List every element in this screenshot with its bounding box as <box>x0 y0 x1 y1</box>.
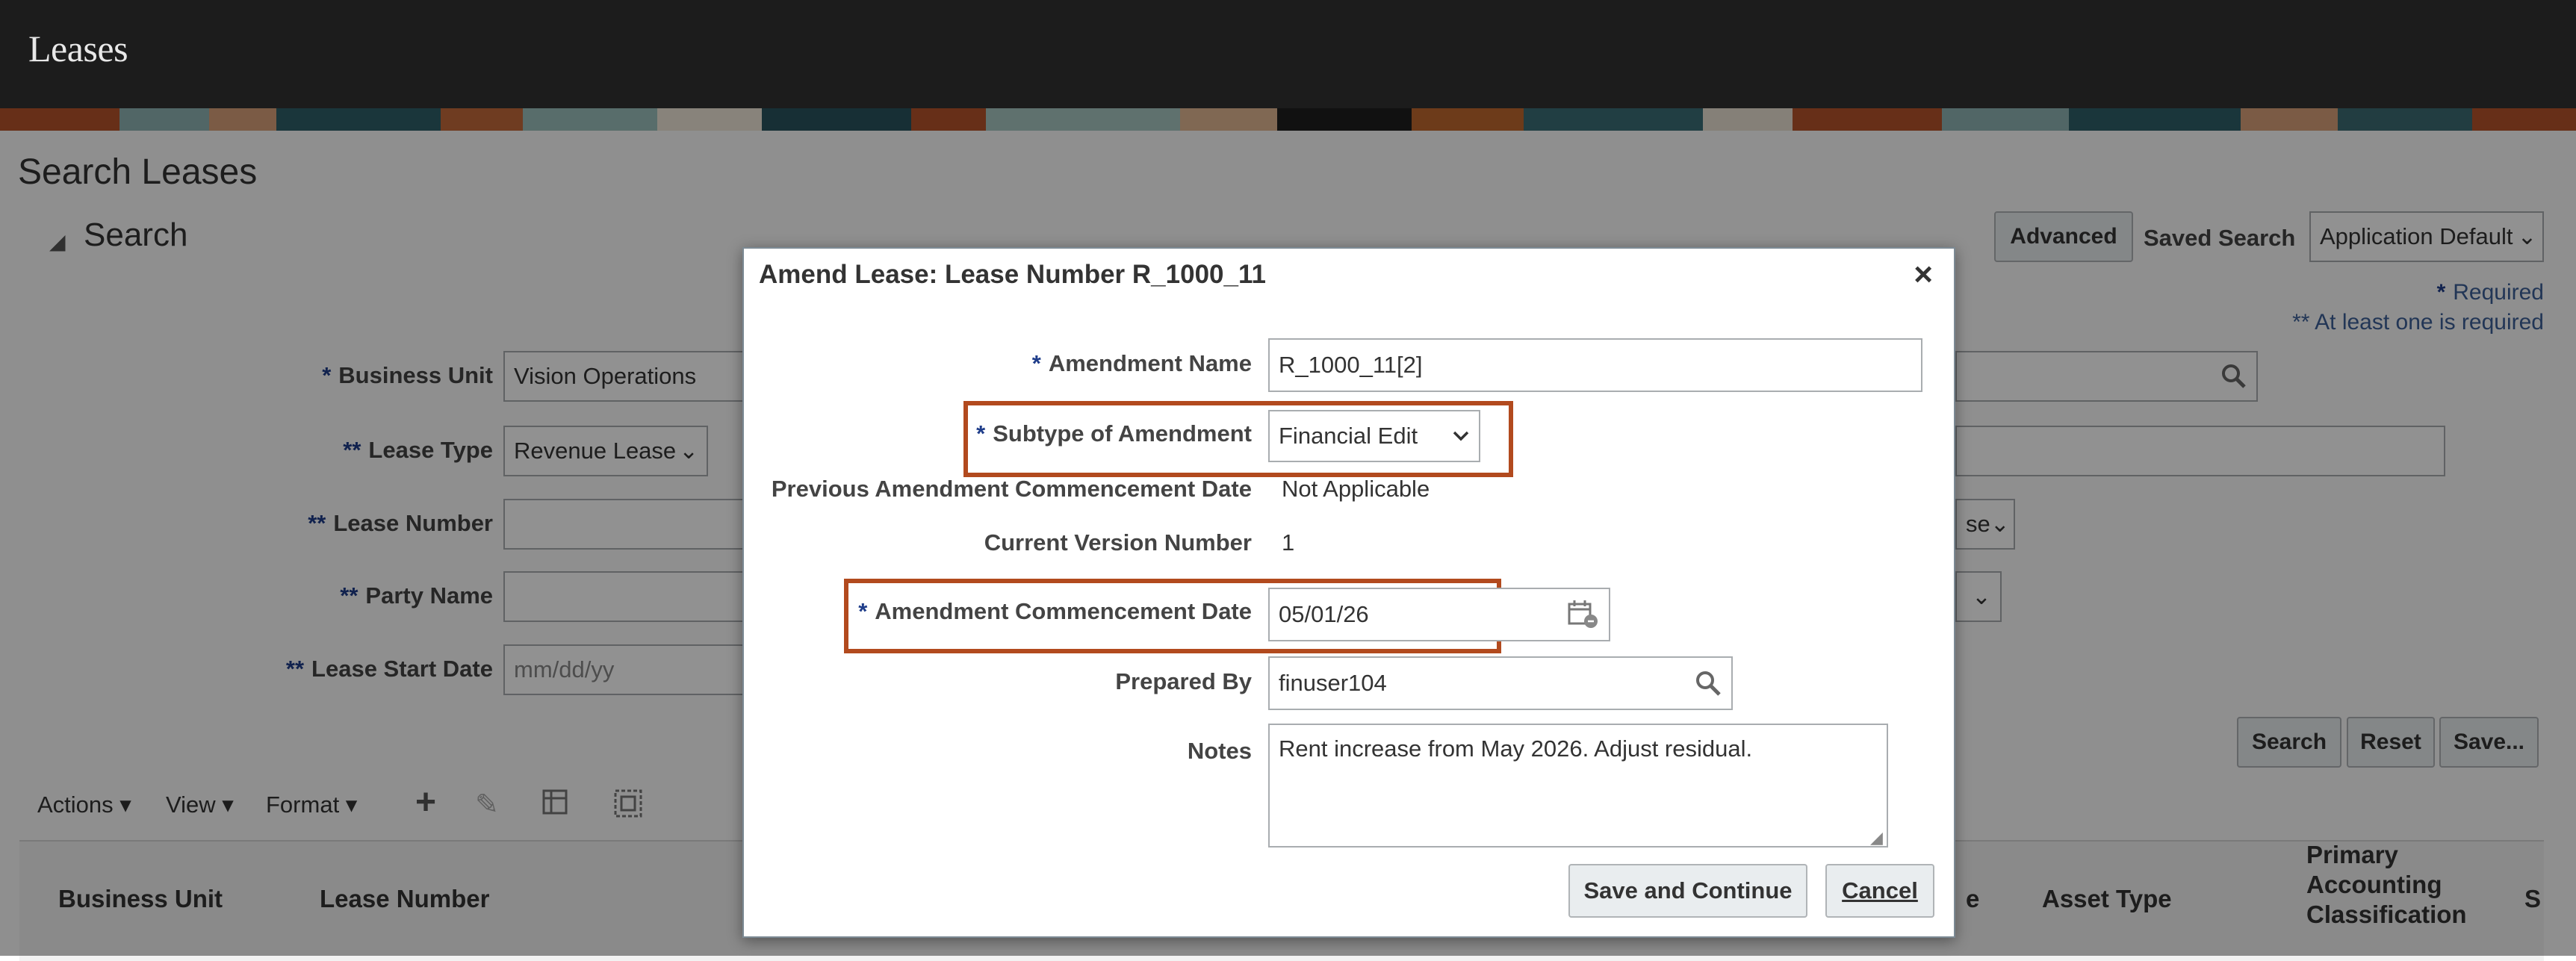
amendment-name-input[interactable]: R_1000_11[2] <box>1268 338 1922 392</box>
search-icon[interactable] <box>1694 669 1722 697</box>
calendar-icon[interactable] <box>1567 599 1600 630</box>
save-and-continue-button[interactable]: Save and Continue <box>1568 864 1807 918</box>
close-icon[interactable]: × <box>1914 256 1933 293</box>
prepared-by-label: Prepared By <box>1115 668 1252 694</box>
amendment-name-label: * Amendment Name <box>1031 350 1252 376</box>
chevron-down-icon <box>1453 431 1469 441</box>
notes-label: Notes <box>1187 738 1252 764</box>
current-version-value: 1 <box>1282 529 1295 556</box>
cancel-button[interactable]: Cancel <box>1825 864 1934 918</box>
dialog-title: Amend Lease: Lease Number R_1000_11 <box>759 260 1266 289</box>
previous-commencement-value: Not Applicable <box>1282 476 1430 502</box>
prepared-by-input[interactable]: finuser104 <box>1268 656 1733 710</box>
amend-lease-dialog: Amend Lease: Lease Number R_1000_11 × * A… <box>742 247 1955 938</box>
resize-handle-icon[interactable]: ◢ <box>1870 828 1883 848</box>
commencement-date-label: * Amendment Commencement Date <box>858 598 1252 624</box>
previous-commencement-label: Previous Amendment Commencement Date <box>771 476 1252 502</box>
commencement-date-input[interactable]: 05/01/26 <box>1268 588 1610 641</box>
subtype-select[interactable]: Financial Edit <box>1268 410 1480 462</box>
app-header: Leases <box>0 0 2576 108</box>
subtype-label: * Subtype of Amendment <box>976 420 1252 447</box>
app-title: Leases <box>28 28 128 69</box>
current-version-label: Current Version Number <box>984 529 1252 556</box>
notes-textarea[interactable]: Rent increase from May 2026. Adjust resi… <box>1268 724 1888 848</box>
